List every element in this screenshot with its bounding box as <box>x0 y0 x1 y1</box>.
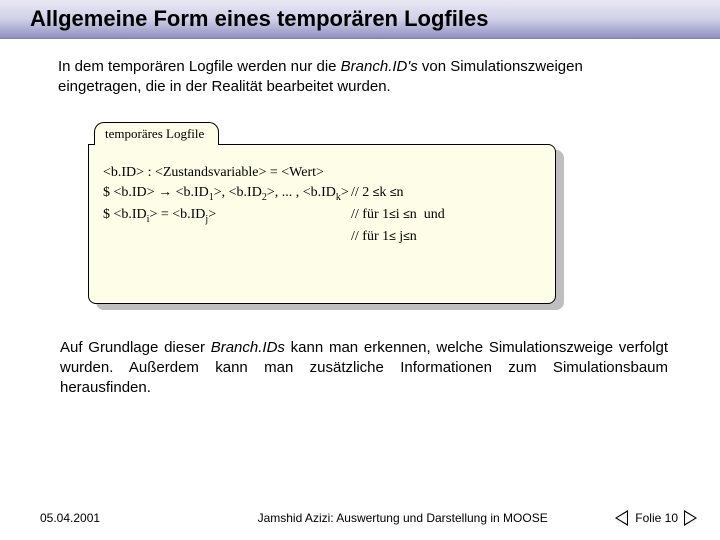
footer-nav: Folie 10 <box>615 510 698 526</box>
intro-text-1: In dem temporären Logfile werden nur die <box>58 58 341 75</box>
footer-date: 05.04.2001 <box>40 511 190 525</box>
file-body: <b.ID> : <Zustandsvariable> = <Wert> $ <… <box>88 144 556 304</box>
prev-slide-icon[interactable] <box>615 510 629 526</box>
file-line-3: $ <b.IDi> = <b.IDj>// für 1≤i ≤n und <box>103 205 541 227</box>
intro-italic: Branch.ID's <box>341 58 418 75</box>
intro-paragraph: In dem temporären Logfile werden nur die… <box>58 57 670 98</box>
footer-author: Jamshid Azizi: Auswertung und Darstellun… <box>190 511 615 525</box>
slide-title: Allgemeine Form eines temporären Logfile… <box>30 6 720 32</box>
next-slide-icon[interactable] <box>684 510 698 526</box>
outro-italic: Branch.IDs <box>211 339 285 356</box>
file-line-1: <b.ID> : <Zustandsvariable> = <Wert> <box>103 163 541 183</box>
footer-page: Folie 10 <box>635 511 678 525</box>
file-line-4: // für 1≤ j≤n <box>103 227 541 247</box>
file-tab: temporäres Logfile <box>94 122 219 145</box>
file-line-2: $ <b.ID> → <b.ID1>, <b.ID2>, ... , <b.ID… <box>103 183 541 205</box>
outro-text-1: Auf Grundlage dieser <box>60 339 211 356</box>
logfile-illustration: temporäres Logfile <b.ID> : <Zustandsvar… <box>88 122 558 304</box>
outro-paragraph: Auf Grundlage dieser Branch.IDs kann man… <box>58 338 670 399</box>
content-area: In dem temporären Logfile werden nur die… <box>0 39 720 398</box>
footer: 05.04.2001 Jamshid Azizi: Auswertung und… <box>0 510 720 526</box>
title-bar: Allgemeine Form eines temporären Logfile… <box>0 0 720 39</box>
